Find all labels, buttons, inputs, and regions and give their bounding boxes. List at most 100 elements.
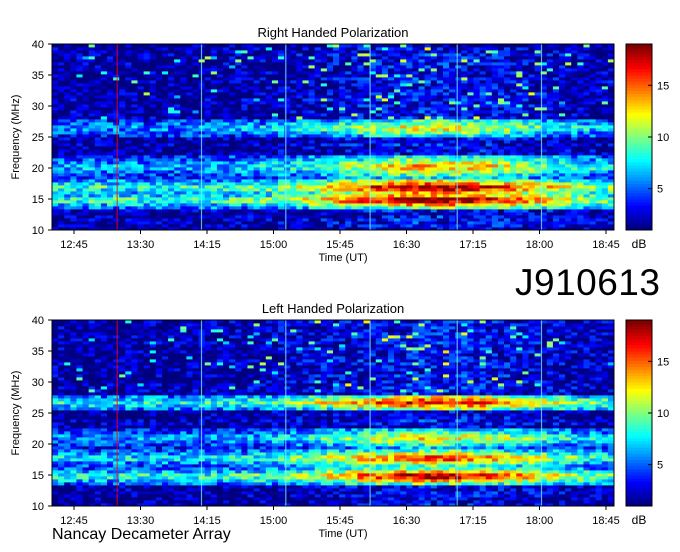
heatmap-cell <box>70 191 77 195</box>
heatmap-cell <box>467 122 474 126</box>
heatmap-cell <box>271 155 279 159</box>
heatmap-cell <box>58 158 65 162</box>
heatmap-cell <box>571 128 578 132</box>
heatmap-cell <box>504 80 511 84</box>
heatmap-cell <box>58 197 65 201</box>
heatmap-cell <box>278 92 285 96</box>
heatmap-cell <box>284 206 291 210</box>
heatmap-cell <box>589 140 597 144</box>
heatmap-cell <box>607 68 614 72</box>
heatmap-cell <box>143 113 151 117</box>
heatmap-cell <box>106 68 114 72</box>
heatmap-cell <box>559 218 566 222</box>
heatmap-cell <box>174 95 181 99</box>
heatmap-cell <box>467 113 474 117</box>
heatmap-cell <box>64 89 71 93</box>
heatmap-cell <box>131 188 138 192</box>
heatmap-cell <box>339 92 346 96</box>
heatmap-cell <box>180 203 187 207</box>
heatmap-cell <box>394 215 401 219</box>
heatmap-cell <box>491 104 499 108</box>
heatmap-cell <box>278 146 285 150</box>
heatmap-cell <box>131 179 138 183</box>
heatmap-cell <box>284 224 291 228</box>
heatmap-cell <box>271 152 279 156</box>
heatmap-cell <box>412 209 419 213</box>
heatmap-cell <box>64 191 71 195</box>
heatmap-cell <box>259 98 267 102</box>
heatmap-cell <box>94 107 102 111</box>
heatmap-cell <box>473 158 481 162</box>
heatmap-cell <box>479 143 487 147</box>
heatmap-cell <box>223 161 230 165</box>
heatmap-cell <box>595 176 603 180</box>
heatmap-cell <box>229 98 236 102</box>
heatmap-cell <box>259 152 267 156</box>
heatmap-cell <box>357 77 364 81</box>
heatmap-cell <box>339 119 346 123</box>
heatmap-cell <box>455 167 462 171</box>
heatmap-cell <box>479 68 487 72</box>
heatmap-cell <box>113 158 120 162</box>
heatmap-cell <box>247 224 254 228</box>
heatmap-cell <box>504 104 511 108</box>
heatmap-cell <box>235 149 242 153</box>
heatmap-cell <box>522 137 529 141</box>
heatmap-cell <box>473 80 481 84</box>
heatmap-cell <box>577 119 584 123</box>
heatmap-cell <box>259 185 267 189</box>
heatmap-cell <box>235 134 242 138</box>
heatmap-cell <box>76 113 83 117</box>
heatmap-cell <box>571 104 578 108</box>
heatmap-cell <box>436 191 444 195</box>
heatmap-cell <box>418 71 426 75</box>
heatmap-cell <box>52 206 59 210</box>
heatmap-cell <box>271 209 279 213</box>
heatmap-cell <box>461 107 468 111</box>
heatmap-cell <box>216 206 224 210</box>
heatmap-cell <box>223 89 230 93</box>
heatmap-cell <box>595 197 603 201</box>
heatmap-cell <box>491 221 499 225</box>
heatmap-cell <box>461 191 468 195</box>
heatmap-cell <box>577 95 584 99</box>
heatmap-cell <box>363 128 371 132</box>
heatmap-cell <box>455 116 462 120</box>
heatmap-cell <box>473 179 481 183</box>
heatmap-cell <box>412 215 419 219</box>
heatmap-cell <box>143 155 151 159</box>
heatmap-cell <box>82 107 90 111</box>
heatmap-cell <box>516 122 523 126</box>
heatmap-cell <box>479 122 487 126</box>
heatmap-cell <box>565 176 572 180</box>
heatmap-cell <box>546 92 554 96</box>
heatmap-cell <box>424 152 432 156</box>
heatmap-cell <box>357 185 364 189</box>
heatmap-cell <box>271 137 279 141</box>
heatmap-cell <box>387 185 395 189</box>
heatmap-cell <box>94 182 102 186</box>
heatmap-cell <box>241 191 248 195</box>
heatmap-cell <box>174 71 181 75</box>
heatmap-cell <box>387 218 395 222</box>
heatmap-cell <box>113 200 120 204</box>
heatmap-cell <box>88 176 96 180</box>
heatmap-cell <box>516 131 523 135</box>
heatmap-cell <box>161 74 169 78</box>
heatmap-cell <box>271 86 279 90</box>
heatmap-cell <box>247 146 254 150</box>
heatmap-cell <box>320 209 328 213</box>
heatmap-cell <box>180 179 187 183</box>
heatmap-cell <box>70 152 77 156</box>
heatmap-cell <box>577 122 584 126</box>
heatmap-cell <box>607 191 614 195</box>
heatmap-cell <box>210 98 218 102</box>
heatmap-cell <box>387 110 395 114</box>
heatmap-cell <box>113 212 120 216</box>
heatmap-cell <box>64 152 71 156</box>
heatmap-cell <box>137 107 145 111</box>
heatmap-cell <box>278 116 285 120</box>
heatmap-cell <box>94 164 102 168</box>
heatmap-cell <box>88 188 96 192</box>
heatmap-cell <box>449 101 456 105</box>
